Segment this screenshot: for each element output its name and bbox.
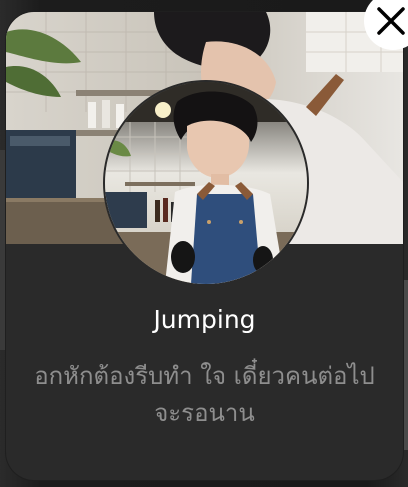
- profile-name: Jumping: [153, 305, 256, 334]
- backdrop-right-edge: [403, 280, 408, 450]
- profile-status-message: อกหักต้องรีบทำ ใจ เดี๋ยวคนต่อไปจะรอนาน: [34, 362, 375, 427]
- profile-avatar[interactable]: [103, 80, 309, 286]
- profile-viewer-screen: Jumping อกหักต้องรีบทำ ใจ เดี๋ยวคนต่อไปจ…: [0, 0, 408, 487]
- close-icon: [377, 7, 405, 35]
- profile-card: Jumping อกหักต้องรีบทำ ใจ เดี๋ยวคนต่อไปจ…: [6, 12, 403, 480]
